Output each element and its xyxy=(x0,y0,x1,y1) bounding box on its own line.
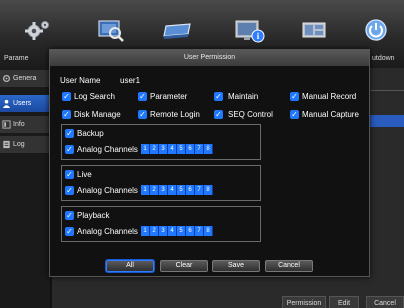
live-channel-2[interactable]: 2 xyxy=(150,185,159,195)
permission-button[interactable]: Permission xyxy=(282,296,326,308)
backup-channel-1[interactable]: 1 xyxy=(141,144,150,154)
parameter-label: Parameter xyxy=(150,92,188,101)
user-permission-dialog: User Permission User Name user1 ✓ Log Se… xyxy=(49,49,370,277)
info-icon xyxy=(2,120,11,129)
playback-analog-label: Analog Channels xyxy=(77,227,138,236)
playback-analog-checkbox[interactable]: ✓ xyxy=(65,227,74,236)
backup-title: Backup xyxy=(77,129,104,138)
live-channel-7[interactable]: 7 xyxy=(195,185,204,195)
log-search-label: Log Search xyxy=(74,92,115,101)
user-name-value: user1 xyxy=(120,76,141,85)
hdd-icon[interactable] xyxy=(160,18,191,42)
sidebar-item-log[interactable]: Log xyxy=(0,136,50,154)
disk-manage-label: Disk Manage xyxy=(74,110,121,119)
backup-analog-label: Analog Channels xyxy=(77,145,138,154)
manual-record-checkbox[interactable]: ✓ xyxy=(290,92,299,101)
sidebar-item-label: Info xyxy=(13,120,25,128)
network-icon[interactable] xyxy=(300,18,330,42)
seq-control-checkbox[interactable]: ✓ xyxy=(214,110,223,119)
power-icon[interactable] xyxy=(364,18,394,42)
dialog-title: User Permission xyxy=(50,50,369,66)
backup-analog-checkbox[interactable]: ✓ xyxy=(65,145,74,154)
live-channel-8[interactable]: 8 xyxy=(204,185,213,195)
manual-capture-label: Manual Capture xyxy=(302,110,359,119)
sidebar-item-general[interactable]: Genera xyxy=(0,70,50,88)
playback-checkbox[interactable]: ✓ xyxy=(65,211,74,220)
sidebar-item-label: Log xyxy=(13,140,25,148)
playback-channel-6[interactable]: 6 xyxy=(186,226,195,236)
all-button[interactable]: All xyxy=(106,260,154,272)
live-title: Live xyxy=(77,170,92,179)
edit-button[interactable]: Edit xyxy=(329,296,359,308)
playback-channel-8[interactable]: 8 xyxy=(204,226,213,236)
playback-channel-7[interactable]: 7 xyxy=(195,226,204,236)
search-icon[interactable] xyxy=(96,18,126,42)
selected-user-row[interactable] xyxy=(370,115,404,127)
live-channel-4[interactable]: 4 xyxy=(168,185,177,195)
backup-channel-7[interactable]: 7 xyxy=(195,144,204,154)
live-group: ✓ Live ✓ Analog Channels 1 2 3 4 5 6 7 8 xyxy=(61,165,261,201)
backup-channel-8[interactable]: 8 xyxy=(204,144,213,154)
dialog-cancel-button[interactable]: Cancel xyxy=(265,260,313,272)
playback-title: Playback xyxy=(77,211,110,220)
seq-control-label: SEQ Control xyxy=(228,110,273,119)
log-icon xyxy=(3,140,10,149)
gear-icon[interactable] xyxy=(22,18,52,42)
playback-channel-5[interactable]: 5 xyxy=(177,226,186,236)
playback-channel-4[interactable]: 4 xyxy=(168,226,177,236)
backup-channel-5[interactable]: 5 xyxy=(177,144,186,154)
sidebar: Genera Users Info Log xyxy=(0,68,50,308)
toolbar-label-shutdown: utdown xyxy=(372,55,395,62)
maintain-label: Maintain xyxy=(228,92,259,101)
manual-capture-checkbox[interactable]: ✓ xyxy=(290,110,299,119)
backup-checkbox[interactable]: ✓ xyxy=(65,129,74,138)
user-icon xyxy=(2,99,11,108)
live-channel-5[interactable]: 5 xyxy=(177,185,186,195)
live-channel-3[interactable]: 3 xyxy=(159,185,168,195)
backup-channel-3[interactable]: 3 xyxy=(159,144,168,154)
playback-channel-2[interactable]: 2 xyxy=(150,226,159,236)
backup-channel-2[interactable]: 2 xyxy=(150,144,159,154)
clear-button[interactable]: Clear xyxy=(160,260,208,272)
backup-channel-6[interactable]: 6 xyxy=(186,144,195,154)
maintain-checkbox[interactable]: ✓ xyxy=(214,92,223,101)
manual-record-label: Manual Record xyxy=(302,92,357,101)
gear-icon xyxy=(2,74,11,83)
cancel-button[interactable]: Cancel xyxy=(366,296,404,308)
sidebar-item-label: Genera xyxy=(13,74,37,82)
backup-channel-4[interactable]: 4 xyxy=(168,144,177,154)
live-channel-1[interactable]: 1 xyxy=(141,185,150,195)
sidebar-item-users[interactable]: Users xyxy=(0,95,50,113)
table-divider xyxy=(370,90,404,91)
playback-channel-3[interactable]: 3 xyxy=(159,226,168,236)
toolbar-label-parameter: Parame xyxy=(4,55,29,62)
sidebar-item-info[interactable]: Info xyxy=(0,116,50,134)
playback-group: ✓ Playback ✓ Analog Channels 1 2 3 4 5 6… xyxy=(61,206,261,242)
playback-channel-1[interactable]: 1 xyxy=(141,226,150,236)
log-search-checkbox[interactable]: ✓ xyxy=(62,92,71,101)
sidebar-item-label: Users xyxy=(13,99,32,107)
live-analog-label: Analog Channels xyxy=(77,186,138,195)
live-analog-checkbox[interactable]: ✓ xyxy=(65,186,74,195)
user-name-label: User Name xyxy=(60,76,101,85)
remote-login-label: Remote Login xyxy=(150,110,200,119)
live-checkbox[interactable]: ✓ xyxy=(65,170,74,179)
save-button[interactable]: Save xyxy=(212,260,260,272)
backup-group: ✓ Backup ✓ Analog Channels 1 2 3 4 5 6 7… xyxy=(61,124,261,160)
remote-login-checkbox[interactable]: ✓ xyxy=(138,110,147,119)
parameter-checkbox[interactable]: ✓ xyxy=(138,92,147,101)
disk-manage-checkbox[interactable]: ✓ xyxy=(62,110,71,119)
live-channel-6[interactable]: 6 xyxy=(186,185,195,195)
system-info-icon[interactable]: i xyxy=(234,18,265,43)
